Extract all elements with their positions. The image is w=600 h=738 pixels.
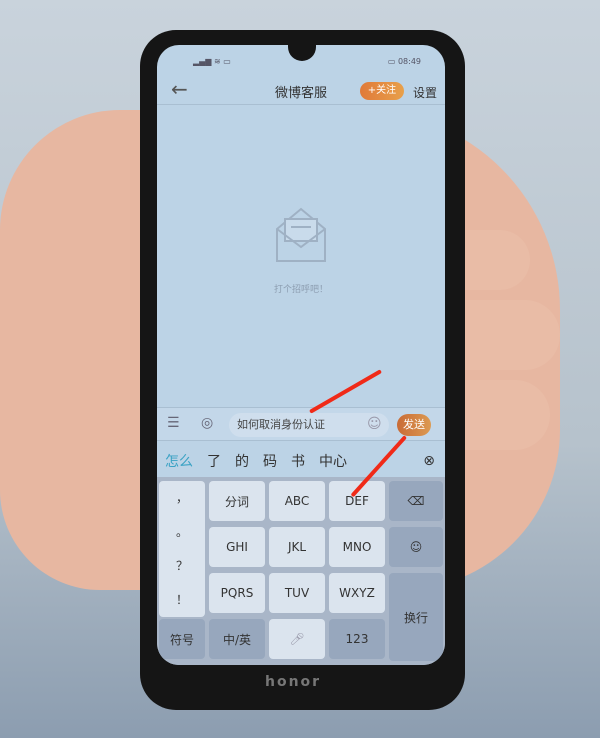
battery-icon: ▭ bbox=[387, 57, 398, 66]
follow-button[interactable]: +关注 bbox=[360, 82, 404, 100]
candidate[interactable]: 怎么 bbox=[165, 451, 193, 471]
keyboard: ， 。 ？ ！ 分词 ABC DEF ⌫ GHI JKL MNO ☺ PQRS … bbox=[157, 477, 445, 665]
close-candidates-icon[interactable]: ⊗ bbox=[423, 453, 435, 469]
key[interactable]: JKL bbox=[269, 527, 325, 567]
key-question[interactable]: ？ bbox=[159, 549, 205, 583]
key-period[interactable]: 。 bbox=[159, 515, 205, 549]
symbol-key[interactable]: 符号 bbox=[159, 619, 205, 659]
candidate[interactable]: 书 bbox=[291, 451, 305, 471]
key-exclaim[interactable]: ！ bbox=[159, 583, 205, 617]
key[interactable]: MNO bbox=[329, 527, 385, 567]
key[interactable]: WXYZ bbox=[329, 573, 385, 613]
enter-key[interactable]: 换行 bbox=[389, 573, 443, 661]
key-comma[interactable]: ， bbox=[159, 481, 205, 515]
emoji-icon[interactable]: ☺ bbox=[367, 416, 382, 432]
brand-logo: honor bbox=[265, 674, 322, 690]
candidate[interactable]: 的 bbox=[235, 451, 249, 471]
key[interactable]: ABC bbox=[269, 481, 325, 521]
envelope-icon bbox=[276, 207, 326, 262]
key[interactable]: PQRS bbox=[209, 573, 265, 613]
message-input[interactable]: 如何取消身份认证 bbox=[229, 413, 389, 437]
candidate[interactable]: 中心 bbox=[319, 451, 347, 471]
number-key[interactable]: 123 bbox=[329, 619, 385, 659]
status-bar: ▂▄▆ ≋ ▭ ▭ 08:49 bbox=[157, 57, 445, 69]
emoji-key-icon[interactable]: ☺ bbox=[389, 527, 443, 567]
key[interactable]: TUV bbox=[269, 573, 325, 613]
settings-button[interactable]: 设置 bbox=[413, 84, 437, 101]
message-input-text: 如何取消身份认证 bbox=[237, 418, 325, 431]
voice-icon[interactable]: ◎ bbox=[201, 415, 213, 431]
space-mic-icon[interactable]: 🎤︎ bbox=[269, 619, 325, 659]
key[interactable]: GHI bbox=[209, 527, 265, 567]
signal-wifi-icons: ▂▄▆ ≋ ▭ bbox=[193, 57, 231, 66]
key[interactable]: 分词 bbox=[209, 481, 265, 521]
clock: 08:49 bbox=[397, 57, 421, 66]
candidate[interactable]: 了 bbox=[207, 451, 221, 471]
phone-screen: ▂▄▆ ≋ ▭ ▭ 08:49 ← 微博客服 +关注 设置 打个招呼吧！ ☰ ◎… bbox=[157, 45, 445, 665]
empty-state-text: 打个招呼吧！ bbox=[273, 285, 328, 295]
punctuation-column[interactable]: ， 。 ？ ！ bbox=[159, 481, 205, 617]
menu-icon[interactable]: ☰ bbox=[167, 415, 180, 431]
candidate[interactable]: 码 bbox=[263, 451, 277, 471]
send-button[interactable]: 发送 bbox=[397, 414, 431, 436]
language-key[interactable]: 中/英 bbox=[209, 619, 265, 659]
backspace-icon[interactable]: ⌫ bbox=[389, 481, 443, 521]
chat-header: ← 微博客服 +关注 设置 bbox=[157, 75, 445, 105]
candidate-bar: 怎么 了 的 码 书 中心 ⊗ bbox=[157, 445, 445, 477]
